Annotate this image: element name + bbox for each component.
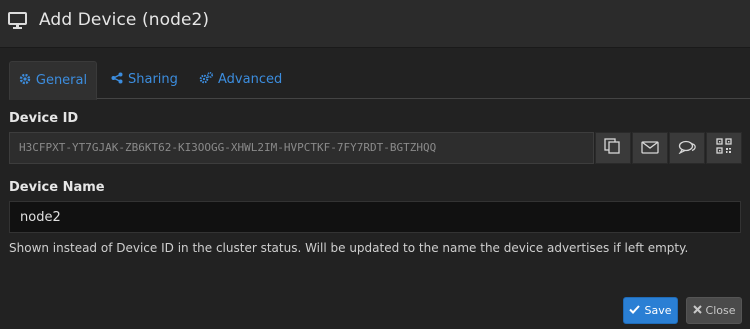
- close-icon: [692, 304, 706, 317]
- tab-advanced-label: Advanced: [218, 72, 283, 87]
- qr-code-button[interactable]: [706, 132, 742, 164]
- device-name-help-text: Shown instead of Device ID in the cluste…: [9, 241, 689, 255]
- monitor-icon: [8, 12, 27, 34]
- save-button-label: Save: [644, 304, 672, 317]
- save-button[interactable]: Save: [623, 297, 678, 324]
- tab-general[interactable]: General: [9, 61, 97, 100]
- close-button-label: Close: [705, 304, 736, 317]
- copy-button[interactable]: [595, 132, 631, 164]
- device-name-input[interactable]: [9, 201, 741, 233]
- email-icon: [641, 139, 659, 158]
- share-chat-icon: [677, 139, 697, 158]
- qr-code-icon: [716, 138, 732, 158]
- gears-icon: [199, 71, 218, 88]
- close-button[interactable]: Close: [686, 297, 742, 324]
- share-chat-button[interactable]: [669, 132, 705, 164]
- share-icon: [111, 72, 128, 88]
- gear-icon: [19, 73, 36, 89]
- copy-icon: [604, 137, 622, 159]
- check-icon: [629, 304, 644, 317]
- tab-advanced[interactable]: Advanced: [199, 61, 282, 98]
- device-name-label: Device Name: [9, 180, 105, 195]
- device-id-field[interactable]: H3CFPXT-YT7GJAK-ZB6KT62-KI3OOGG-XHWL2IM-…: [9, 132, 594, 164]
- modal-header: Add Device (node2): [0, 0, 750, 48]
- device-id-label: Device ID: [9, 111, 79, 126]
- tab-sharing-label: Sharing: [128, 72, 178, 87]
- email-button[interactable]: [632, 132, 668, 164]
- tab-sharing[interactable]: Sharing: [111, 61, 178, 98]
- modal-title: Add Device (node2): [39, 10, 210, 30]
- tab-bar: General Sharing Advanced: [9, 61, 750, 100]
- tab-general-label: General: [35, 73, 88, 88]
